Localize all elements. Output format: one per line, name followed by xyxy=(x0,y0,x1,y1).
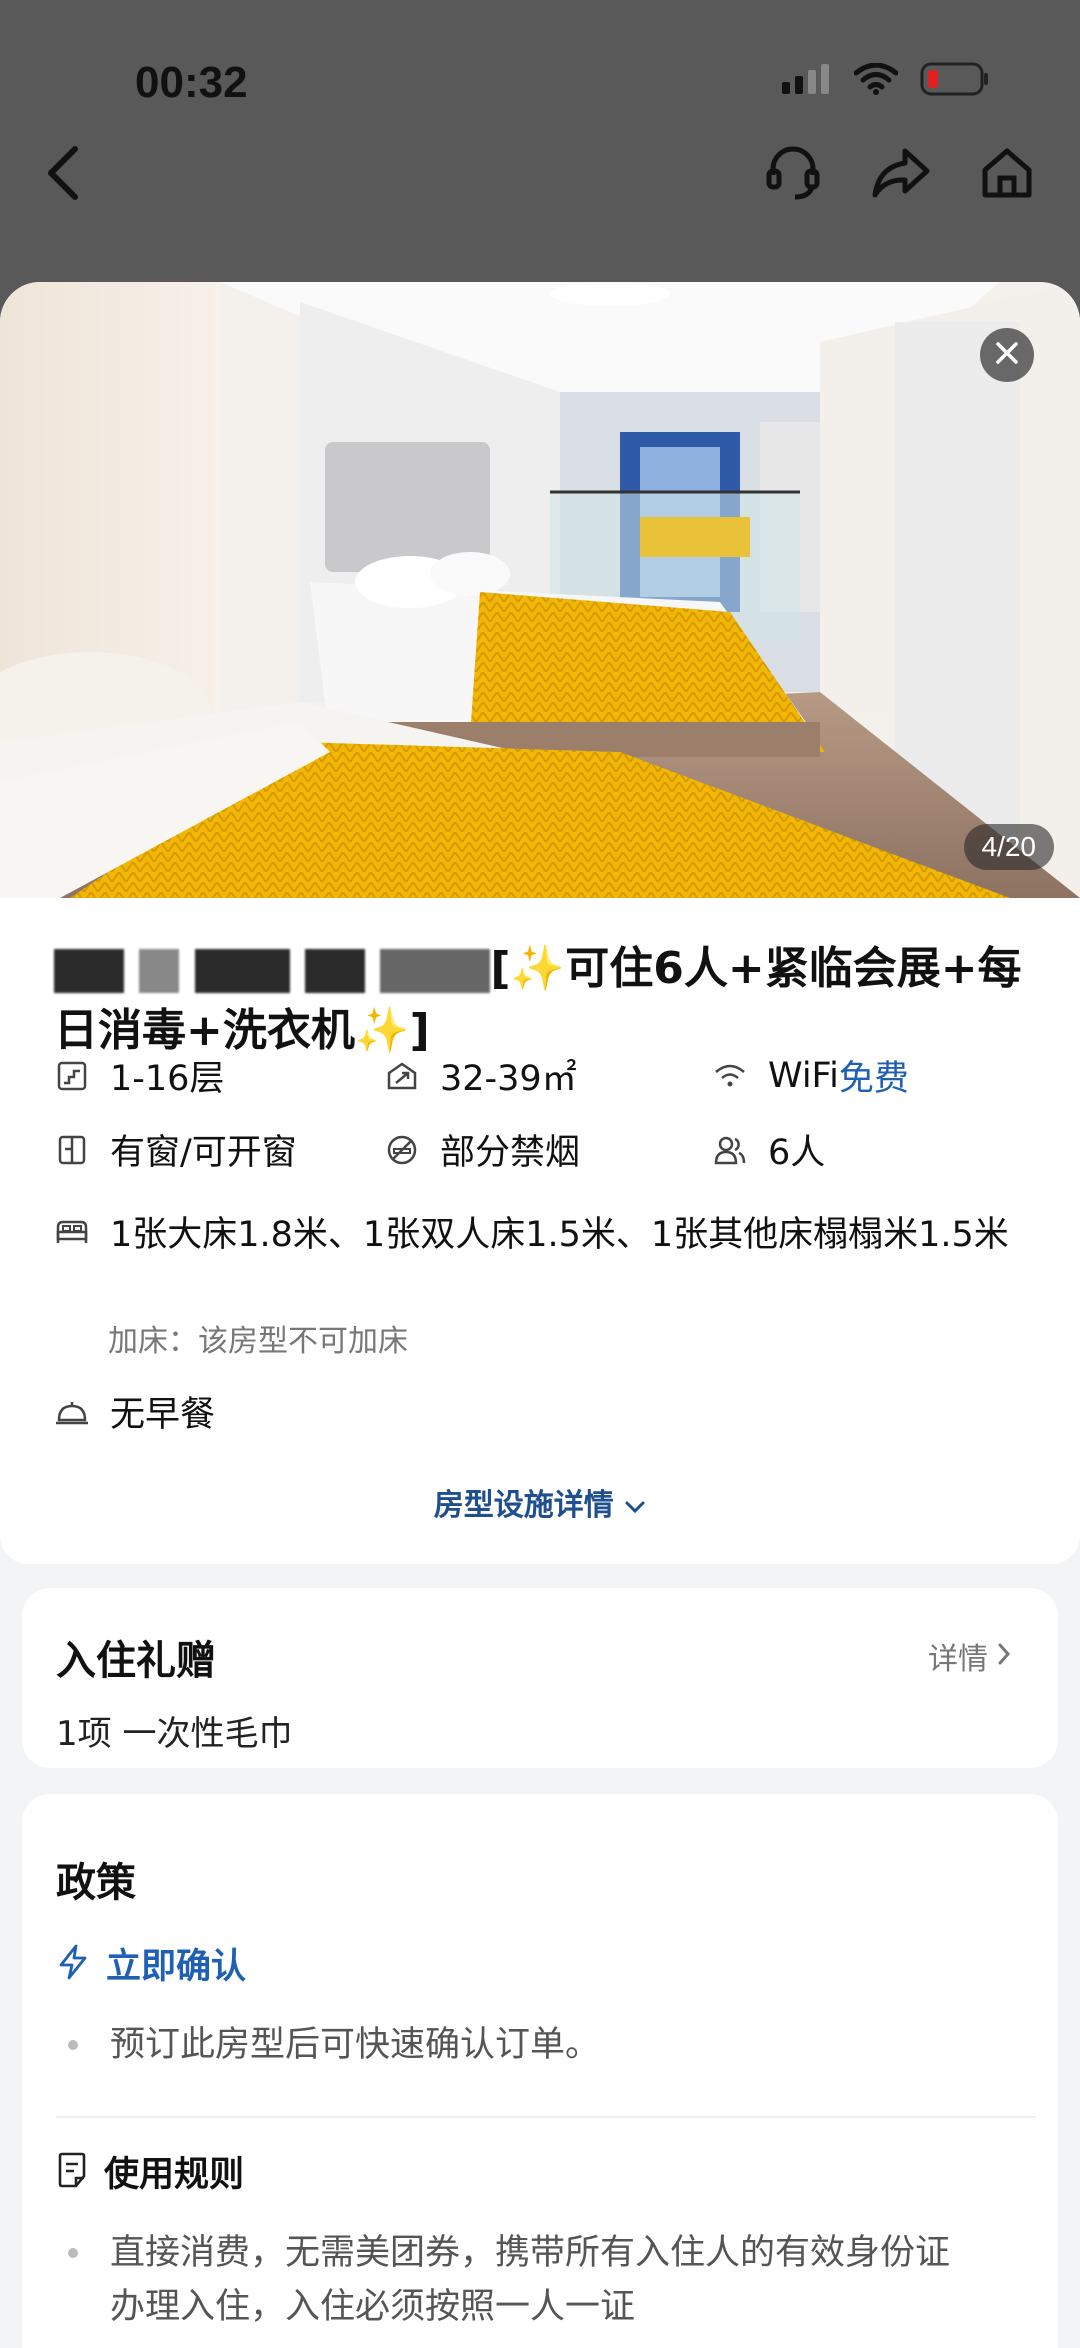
facility-floor: 1-16层 xyxy=(54,1050,224,1101)
extra-bed-note: 加床：该房型不可加床 xyxy=(108,1324,408,1359)
room-photo[interactable]: 4/20 xyxy=(0,282,1080,898)
dining-bell-icon xyxy=(54,1394,90,1430)
share-icon xyxy=(871,145,931,205)
close-photo-button[interactable] xyxy=(980,328,1034,382)
status-bar: 00:32 xyxy=(0,0,1080,150)
bullet-dot xyxy=(68,2248,78,2258)
facility-capacity: 6人 xyxy=(712,1124,825,1175)
chevron-right-icon xyxy=(996,1639,1012,1674)
divider xyxy=(56,2116,1036,2118)
back-arrow-icon xyxy=(43,145,83,205)
redacted-text xyxy=(194,949,290,993)
facility-area: 32-39㎡ xyxy=(384,1050,577,1101)
redacted-text xyxy=(139,949,180,993)
room-detail-sheet: 4/20 [✨可住6人+紧临会展+每日消毒+洗衣机✨] 1-16层 32-39㎡ xyxy=(0,282,1080,2348)
customer-service-icon xyxy=(763,143,823,207)
redacted-text xyxy=(304,949,365,993)
rules-line-1: 直接消费，无需美团券，携带所有入住人的有效身份证 xyxy=(110,2233,951,2273)
usage-rules: 使用规则 xyxy=(56,2146,244,2197)
share-button[interactable] xyxy=(866,140,936,210)
photo-counter: 4/20 xyxy=(963,824,1054,870)
instant-confirm: 立即确认 xyxy=(56,1938,246,1989)
gift-count: 1项 xyxy=(56,1714,112,1754)
gift-title: 入住礼赠 xyxy=(56,1638,216,1684)
rules-doc-icon xyxy=(56,2152,90,2192)
close-icon xyxy=(995,341,1019,369)
signal-icon xyxy=(782,64,832,98)
facility-smoking: 部分禁烟 xyxy=(384,1124,580,1175)
battery-icon xyxy=(920,62,990,100)
gift-item-name: 一次性毛巾 xyxy=(122,1714,293,1754)
redacted-text xyxy=(54,949,124,993)
window-icon xyxy=(54,1132,90,1168)
gift-item: 1项 一次性毛巾 xyxy=(56,1706,292,1755)
instant-confirm-desc: 预订此房型后可快速确认订单。 xyxy=(110,2025,601,2065)
lightning-icon xyxy=(56,1944,90,1984)
wifi-icon xyxy=(853,62,899,99)
policy-title: 政策 xyxy=(56,1860,136,1906)
policy-card: 政策 立即确认 预订此房型后可快速确认订单。 使用规则 直接消费，无需美团券，携… xyxy=(22,1794,1058,2348)
room-facility-details-link[interactable]: 房型设施详情 xyxy=(0,1480,1080,1524)
back-button[interactable] xyxy=(28,140,98,210)
status-time: 00:32 xyxy=(135,58,248,107)
customer-service-button[interactable] xyxy=(758,140,828,210)
floor-icon xyxy=(54,1058,90,1094)
nav-bar xyxy=(0,140,1080,220)
redacted-text xyxy=(380,949,491,993)
chevron-down-icon xyxy=(624,1488,646,1523)
facility-wifi: WiFi 免费 xyxy=(712,1050,909,1101)
bed-icon xyxy=(54,1214,90,1250)
facility-window: 有窗/可开窗 xyxy=(54,1124,297,1175)
people-icon xyxy=(712,1132,748,1168)
status-icons xyxy=(782,62,990,100)
bullet-dot xyxy=(68,2040,78,2050)
wifi-icon xyxy=(712,1058,748,1094)
room-title: [✨可住6人+紧临会展+每日消毒+洗衣机✨] xyxy=(54,938,1034,1062)
facility-breakfast: 无早餐 xyxy=(54,1386,215,1437)
home-button[interactable] xyxy=(972,140,1042,210)
gift-details-link[interactable]: 详情 xyxy=(928,1634,1012,1678)
facility-beds: 1张大床1.8米、1张双人床1.5米、1张其他床榻榻米1.5米 xyxy=(54,1206,1009,1257)
rules-line-2: 办理入住，入住必须按照一人一证 xyxy=(110,2287,636,2327)
checkin-gift-card: 入住礼赠 详情 1项 一次性毛巾 xyxy=(22,1588,1058,1768)
room-info-card: [✨可住6人+紧临会展+每日消毒+洗衣机✨] 1-16层 32-39㎡ WiFi… xyxy=(0,898,1080,1564)
home-icon xyxy=(980,146,1034,204)
area-icon xyxy=(384,1058,420,1094)
no-smoking-icon xyxy=(384,1132,420,1168)
